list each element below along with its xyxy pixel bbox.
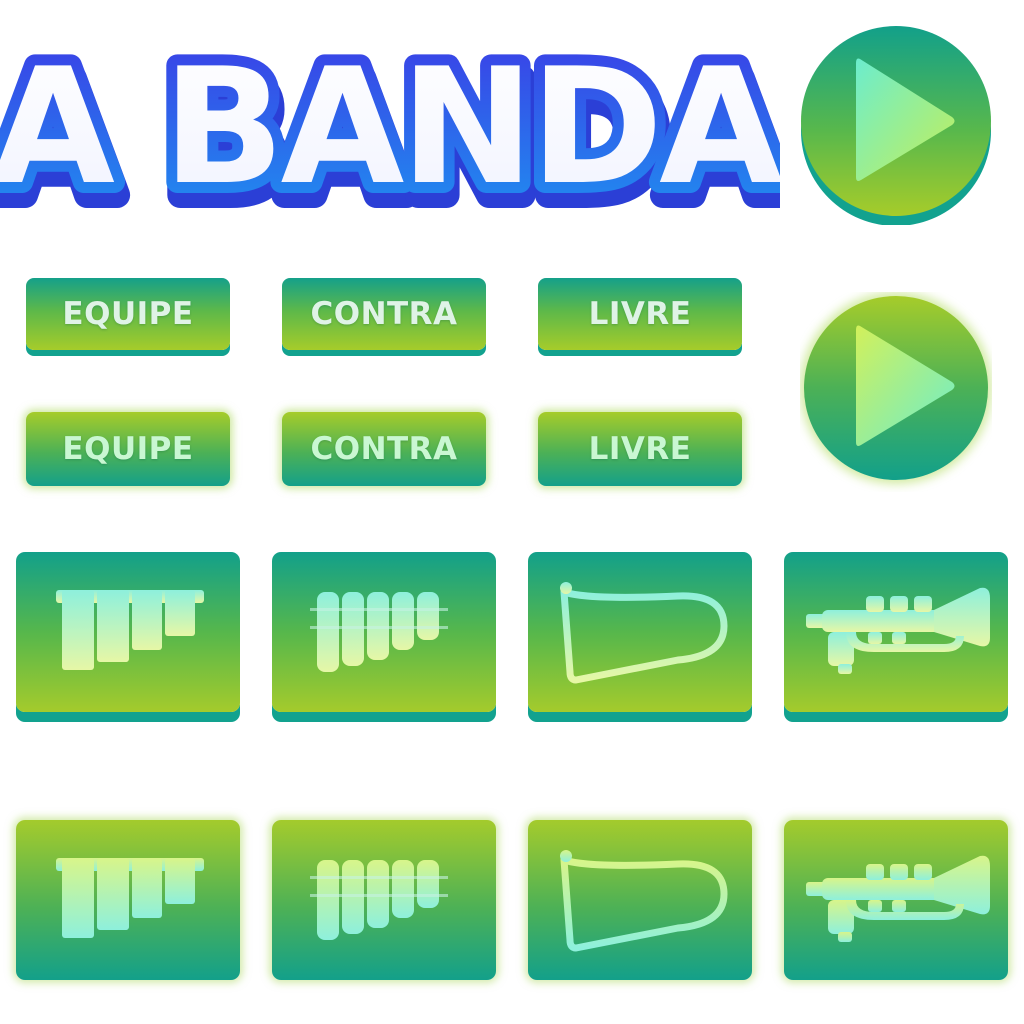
instrument-tile-harp[interactable] xyxy=(528,552,752,712)
mode-button-label: CONTRA xyxy=(310,296,458,332)
game-title: A BANDA A BANDA A BANDA xyxy=(0,22,780,230)
instrument-tile-glockenspiel[interactable] xyxy=(16,552,240,712)
marimba-icon xyxy=(310,592,448,672)
mode-button-livre[interactable]: LIVRE xyxy=(538,278,742,350)
mode-button-label: CONTRA xyxy=(310,431,458,467)
instrument-tile-marimba-highlighted[interactable] xyxy=(272,820,496,980)
mode-button-equipe-highlighted[interactable]: EQUIPE xyxy=(26,412,230,486)
mode-button-equipe[interactable]: EQUIPE xyxy=(26,278,230,350)
mode-button-label: LIVRE xyxy=(588,296,692,332)
mode-button-contra-highlighted[interactable]: CONTRA xyxy=(282,412,486,486)
marimba-icon xyxy=(310,860,448,940)
play-button[interactable] xyxy=(800,25,992,226)
instrument-tile-trumpet[interactable] xyxy=(784,552,1008,712)
instrument-tile-marimba[interactable] xyxy=(272,552,496,712)
mode-button-label: EQUIPE xyxy=(62,431,194,467)
mode-button-livre-highlighted[interactable]: LIVRE xyxy=(538,412,742,486)
title-text: A BANDA xyxy=(0,33,780,220)
glockenspiel-icon xyxy=(56,590,204,670)
mode-button-contra[interactable]: CONTRA xyxy=(282,278,486,350)
instrument-tile-trumpet-highlighted[interactable] xyxy=(784,820,1008,980)
play-button-highlighted[interactable] xyxy=(800,292,992,492)
instrument-tile-harp-highlighted[interactable] xyxy=(528,820,752,980)
mode-button-label: EQUIPE xyxy=(62,296,194,332)
instrument-tile-glockenspiel-highlighted[interactable] xyxy=(16,820,240,980)
trumpet-icon xyxy=(806,855,990,942)
mode-button-label: LIVRE xyxy=(588,431,692,467)
trumpet-icon xyxy=(806,587,990,674)
harp-icon xyxy=(560,850,728,952)
glockenspiel-icon xyxy=(56,858,204,938)
harp-icon xyxy=(560,582,728,684)
